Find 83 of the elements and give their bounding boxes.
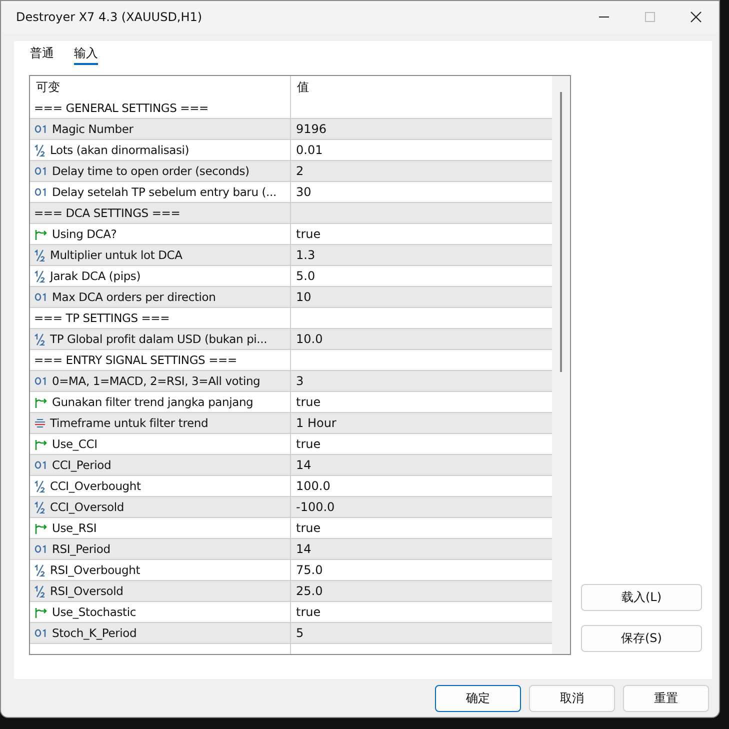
parameter-name: CCI_Oversold: [50, 500, 124, 514]
dialog-button[interactable]: 重置: [623, 685, 709, 712]
branch-arrow-icon: [34, 522, 48, 534]
integer-icon: [34, 460, 48, 470]
parameter-name: Gunakan filter trend jangka panjang: [52, 395, 254, 409]
parameter-value[interactable]: 14: [296, 458, 312, 472]
parameter-name: Use_RSI: [52, 521, 97, 535]
fraction-icon: [34, 270, 46, 282]
parameter-value[interactable]: 0.01: [296, 143, 323, 157]
parameter-name: === GENERAL SETTINGS ===: [34, 101, 208, 115]
parameter-value[interactable]: true: [296, 437, 321, 451]
parameter-value[interactable]: 30: [296, 185, 312, 199]
parameter-name: Stoch_K_Period: [52, 626, 137, 640]
tab[interactable]: 输入: [74, 43, 98, 65]
dialog-button[interactable]: 取消: [529, 685, 615, 712]
parameter-name: RSI_Oversold: [50, 584, 124, 598]
parameter-name: Timeframe untuk filter trend: [50, 416, 208, 430]
parameter-value[interactable]: 75.0: [296, 563, 323, 577]
scrollbar[interactable]: [552, 76, 570, 654]
parameter-value[interactable]: 3: [296, 374, 304, 388]
parameter-value[interactable]: 1 Hour: [296, 416, 336, 430]
fraction-icon: [34, 332, 46, 346]
parameter-name: Use_Stochastic: [52, 605, 136, 619]
parameter-value[interactable]: 2: [296, 164, 304, 178]
column-header: 值: [296, 78, 310, 96]
parameter-value[interactable]: 5.0: [296, 269, 316, 283]
parameter-value[interactable]: true: [296, 521, 321, 535]
parameter-name: Jarak DCA (pips): [50, 269, 140, 283]
parameter-name: === TP SETTINGS ===: [34, 311, 170, 325]
parameter-name: === DCA SETTINGS ===: [34, 206, 180, 220]
parameter-value[interactable]: 100.0: [296, 479, 330, 493]
dialog-button[interactable]: 确定: [435, 685, 521, 712]
side-button[interactable]: 保存(S): [581, 625, 702, 652]
branch-arrow-icon: [34, 228, 48, 240]
parameter-value[interactable]: 9196: [296, 122, 327, 136]
parameter-name: Delay time to open order (seconds): [52, 164, 250, 178]
parameter-name: Use_CCI: [52, 437, 98, 451]
branch-arrow-icon: [34, 438, 48, 450]
parameter-name: Max DCA orders per direction: [52, 290, 216, 304]
parameter-name: CCI_Period: [52, 458, 112, 472]
integer-icon: [34, 628, 48, 638]
fraction-icon: [34, 500, 46, 514]
parameter-value[interactable]: 10.0: [296, 332, 323, 346]
parameter-name: RSI_Period: [52, 542, 110, 556]
integer-icon: [34, 187, 48, 197]
fraction-icon: [34, 144, 46, 156]
list-icon: [34, 418, 46, 428]
parameter-value[interactable]: true: [296, 605, 321, 619]
branch-arrow-icon: [34, 606, 48, 618]
maximize-icon: [644, 11, 656, 23]
parameter-value[interactable]: 5: [296, 626, 304, 640]
window-title: Destroyer X7 4.3 (XAUUSD,H1): [16, 10, 202, 24]
parameter-name: Multiplier untuk lot DCA: [50, 248, 182, 262]
integer-icon: [34, 544, 48, 554]
fraction-icon: [34, 248, 46, 262]
integer-icon: [34, 124, 48, 134]
parameter-name: Lots (akan dinormalisasi): [50, 143, 190, 157]
integer-icon: [34, 166, 48, 176]
parameter-value[interactable]: -100.0: [296, 500, 335, 514]
fraction-icon: [34, 480, 46, 492]
integer-icon: [34, 292, 48, 302]
parameter-name: Using DCA?: [52, 227, 117, 241]
side-button[interactable]: 载入(L): [581, 584, 702, 611]
parameter-name: === ENTRY SIGNAL SETTINGS ===: [34, 353, 237, 367]
parameter-name: 0=MA, 1=MACD, 2=RSI, 3=All voting: [52, 374, 260, 388]
parameter-name: TP Global profit dalam USD (bukan pi...: [50, 332, 268, 346]
parameter-value[interactable]: true: [296, 395, 321, 409]
parameter-value[interactable]: true: [296, 227, 321, 241]
fraction-icon: [34, 584, 46, 598]
parameter-name: RSI_Overbought: [50, 563, 140, 577]
parameter-name: Delay setelah TP sebelum entry baru (...: [52, 185, 276, 199]
branch-arrow-icon: [34, 396, 48, 408]
parameter-name: Magic Number: [52, 122, 134, 136]
column-header: 可变: [30, 76, 291, 98]
close-icon[interactable]: [690, 11, 702, 23]
integer-icon: [34, 376, 48, 386]
parameter-name: CCI_Overbought: [50, 479, 141, 493]
fraction-icon: [34, 564, 46, 576]
tab[interactable]: 普通: [30, 43, 54, 65]
parameter-value[interactable]: 1.3: [296, 248, 316, 262]
parameter-value[interactable]: 10: [296, 290, 312, 304]
parameter-value[interactable]: 14: [296, 542, 312, 556]
parameter-value[interactable]: 25.0: [296, 584, 323, 598]
